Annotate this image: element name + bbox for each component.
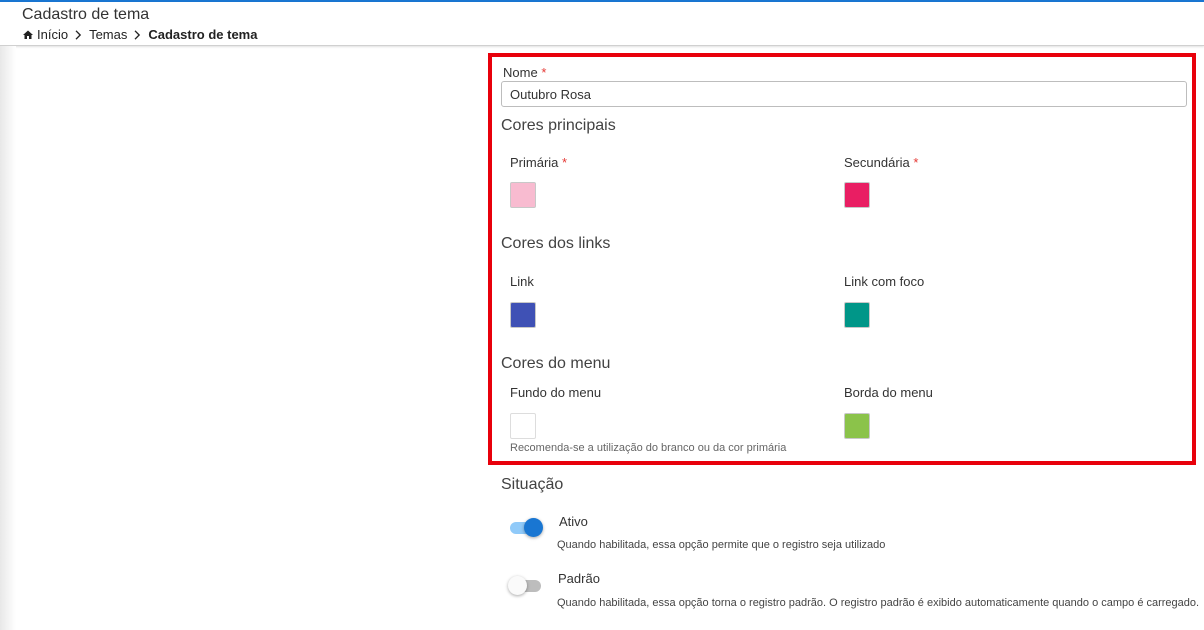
default-toggle-label: Padrão bbox=[558, 571, 600, 586]
menu-background-label: Fundo do menu bbox=[510, 385, 602, 400]
breadcrumb-home-link[interactable]: Início bbox=[37, 27, 68, 42]
breadcrumb-current: Cadastro de tema bbox=[148, 27, 258, 42]
side-panel-shadow bbox=[0, 46, 16, 630]
default-toggle-description: Quando habilitada, essa opção torna o re… bbox=[557, 597, 1200, 609]
toggle-knob bbox=[508, 576, 527, 595]
required-mark: * bbox=[562, 155, 568, 170]
home-icon bbox=[23, 30, 33, 39]
link-focus-color-swatch[interactable] bbox=[844, 302, 870, 328]
primary-color-swatch[interactable] bbox=[510, 182, 536, 208]
chevron-right-icon bbox=[134, 29, 141, 40]
link-color-swatch[interactable] bbox=[510, 302, 536, 328]
menu-border-swatch[interactable] bbox=[844, 413, 870, 439]
link-colors-title: Cores dos links bbox=[501, 235, 611, 252]
main-colors-title: Cores principais bbox=[501, 117, 616, 134]
menu-border-label: Borda do menu bbox=[844, 385, 933, 400]
required-mark: * bbox=[541, 65, 547, 80]
toggle-knob bbox=[524, 518, 543, 537]
active-toggle-label: Ativo bbox=[559, 514, 588, 529]
page-title: Cadastro de tema bbox=[22, 6, 150, 23]
menu-background-hint: Recomenda-se a utilização do branco ou d… bbox=[510, 442, 787, 454]
menu-background-swatch[interactable] bbox=[510, 413, 536, 439]
active-toggle-description: Quando habilitada, essa opção permite qu… bbox=[557, 539, 886, 551]
secondary-color-label: Secundária * bbox=[844, 155, 918, 170]
secondary-color-label-text: Secundária bbox=[844, 155, 910, 170]
status-title: Situação bbox=[501, 476, 564, 493]
page-header: Cadastro de tema Início Temas Cadastro d… bbox=[0, 2, 1204, 46]
primary-color-label: Primária * bbox=[510, 155, 567, 170]
menu-colors-title: Cores do menu bbox=[501, 355, 611, 372]
name-label: Nome * bbox=[503, 65, 546, 80]
chevron-right-icon bbox=[75, 29, 82, 40]
highlight-box bbox=[488, 53, 1196, 465]
breadcrumb-themes-link[interactable]: Temas bbox=[89, 27, 127, 42]
required-mark: * bbox=[913, 155, 919, 170]
name-input[interactable] bbox=[501, 81, 1187, 107]
default-toggle[interactable] bbox=[508, 576, 544, 596]
link-color-label: Link bbox=[510, 274, 534, 289]
primary-color-label-text: Primária bbox=[510, 155, 559, 170]
link-focus-color-label: Link com foco bbox=[844, 274, 925, 289]
breadcrumb: Início Temas Cadastro de tema bbox=[22, 27, 257, 42]
secondary-color-swatch[interactable] bbox=[844, 182, 870, 208]
name-label-text: Nome bbox=[503, 65, 538, 80]
active-toggle[interactable] bbox=[508, 518, 544, 538]
